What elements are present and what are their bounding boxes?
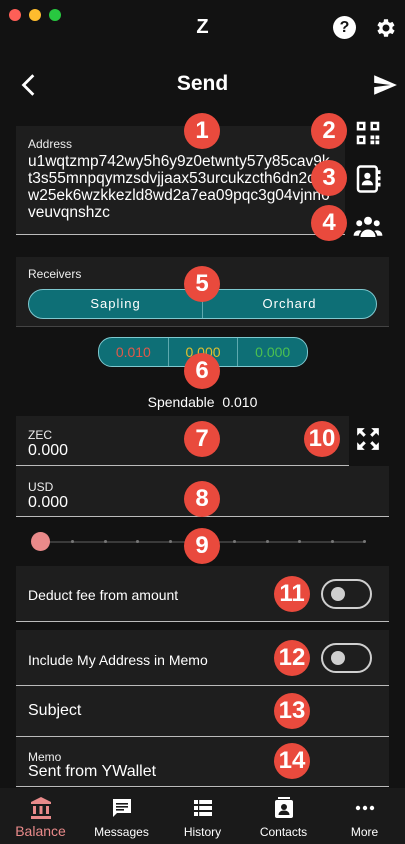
nav-more-label: More [350, 825, 379, 839]
nav-messages-label: Messages [94, 825, 149, 839]
group-icon[interactable] [353, 212, 383, 242]
amount-slider-thumb[interactable] [31, 532, 50, 551]
help-icon[interactable]: ? [333, 16, 356, 39]
bank-icon [30, 797, 51, 819]
address-field[interactable]: Address u1wqtzmp742wy5h6y9z0etwnty57y85c… [16, 126, 345, 235]
spendable-value: 0.010 [222, 394, 258, 410]
receiver-sapling-toggle[interactable]: Sapling [29, 290, 202, 318]
annotation-badge: 5 [184, 266, 220, 302]
include-address-label: Include My Address in Memo [28, 652, 208, 668]
nav-history-label: History [183, 825, 222, 839]
slider-tick [265, 540, 269, 543]
slider-tick [71, 540, 75, 543]
nav-history[interactable]: History [162, 788, 243, 844]
deduct-fee-switch[interactable] [321, 579, 372, 609]
include-address-switch[interactable] [321, 643, 372, 673]
gear-icon[interactable] [373, 16, 397, 40]
deduct-fee-label: Deduct fee from amount [28, 587, 179, 603]
address-label: Address [28, 137, 73, 151]
contact-book-icon[interactable] [353, 164, 383, 194]
switch-knob [331, 587, 345, 601]
annotation-badge: 9 [184, 528, 220, 564]
zec-input[interactable]: 0.000 [28, 442, 337, 460]
nav-more[interactable]: More [324, 788, 405, 844]
qr-code-icon[interactable] [353, 118, 383, 148]
memo-label: Memo [28, 750, 62, 764]
slider-tick [103, 540, 107, 543]
slider-tick [330, 540, 334, 543]
zec-amount-field[interactable]: ZEC 0.000 [16, 416, 349, 466]
memo-field[interactable]: Memo Sent from YWallet [16, 737, 389, 787]
zec-label: ZEC [28, 428, 52, 442]
nav-contacts-label: Contacts [259, 825, 308, 839]
page-title: Send [176, 72, 229, 95]
subject-input[interactable]: Subject [28, 702, 81, 720]
nav-messages[interactable]: Messages [81, 788, 162, 844]
annotation-badge: 4 [311, 205, 347, 241]
annotation-badge: 3 [311, 160, 347, 196]
annotation-badge: 12 [274, 640, 310, 676]
annotation-badge: 2 [311, 113, 347, 149]
pool-transparent-balance[interactable]: 0.010 [99, 338, 168, 366]
nav-contacts[interactable]: Contacts [243, 788, 324, 844]
subject-field[interactable]: Subject [16, 686, 389, 737]
list-icon [193, 800, 212, 816]
send-icon[interactable] [372, 72, 398, 98]
nav-balance[interactable]: Balance [0, 788, 81, 844]
annotation-badge: 14 [274, 743, 310, 779]
slider-tick [233, 540, 237, 543]
annotation-badge: 7 [184, 421, 220, 457]
slider-tick [363, 540, 366, 543]
address-input[interactable]: u1wqtzmp742wy5h6y9z0etwnty57y85cav9kt3s5… [28, 153, 333, 221]
annotation-badge: 11 [274, 576, 310, 612]
pool-orchard-balance[interactable]: 0.000 [237, 338, 307, 366]
message-icon [112, 799, 131, 817]
receiver-orchard-toggle[interactable]: Orchard [202, 290, 376, 318]
annotation-badge: 6 [184, 353, 220, 389]
nav-balance-label: Balance [15, 823, 66, 839]
annotation-badge: 1 [184, 113, 220, 149]
annotation-badge: 10 [304, 421, 340, 457]
contact-card-icon [274, 797, 293, 818]
annotation-badge: 13 [274, 693, 310, 729]
slider-tick [168, 540, 172, 543]
annotation-badge: 8 [184, 481, 220, 517]
bottom-navigation: Balance Messages History Contacts More [0, 788, 405, 844]
switch-knob [331, 651, 345, 665]
slider-tick [136, 540, 140, 543]
spendable-text: Spendable 0.010 [0, 394, 405, 410]
more-dots-icon [355, 805, 374, 811]
slider-tick [298, 540, 302, 543]
spendable-label: Spendable [147, 394, 215, 410]
memo-input[interactable]: Sent from YWallet [28, 763, 156, 781]
max-amount-icon[interactable] [355, 426, 381, 452]
